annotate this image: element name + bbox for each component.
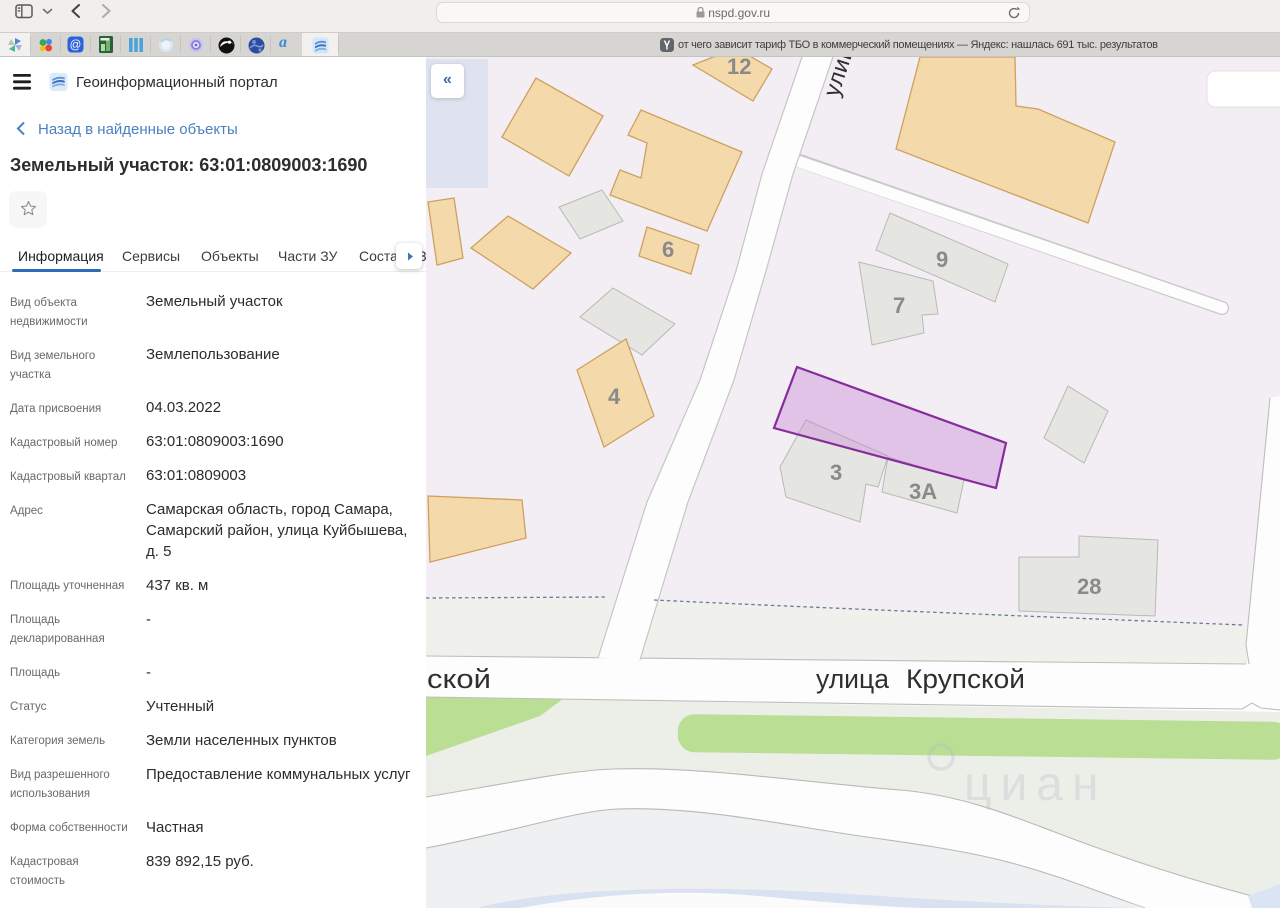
svg-text:циан: циан bbox=[964, 758, 1108, 811]
svg-text:3: 3 bbox=[830, 460, 842, 485]
svg-text:6: 6 bbox=[662, 237, 674, 262]
svg-text:12: 12 bbox=[727, 57, 751, 79]
svg-text:Крупской: Крупской bbox=[906, 664, 1025, 694]
svg-text:7: 7 bbox=[893, 293, 905, 318]
svg-text:улица: улица bbox=[816, 664, 890, 694]
svg-text:9: 9 bbox=[936, 247, 948, 272]
svg-text:4: 4 bbox=[608, 384, 621, 409]
svg-text:28: 28 bbox=[1077, 574, 1101, 599]
svg-text:ской: ской bbox=[427, 664, 491, 694]
svg-text:@: @ bbox=[70, 40, 82, 52]
svg-text:3А: 3А bbox=[909, 479, 937, 504]
